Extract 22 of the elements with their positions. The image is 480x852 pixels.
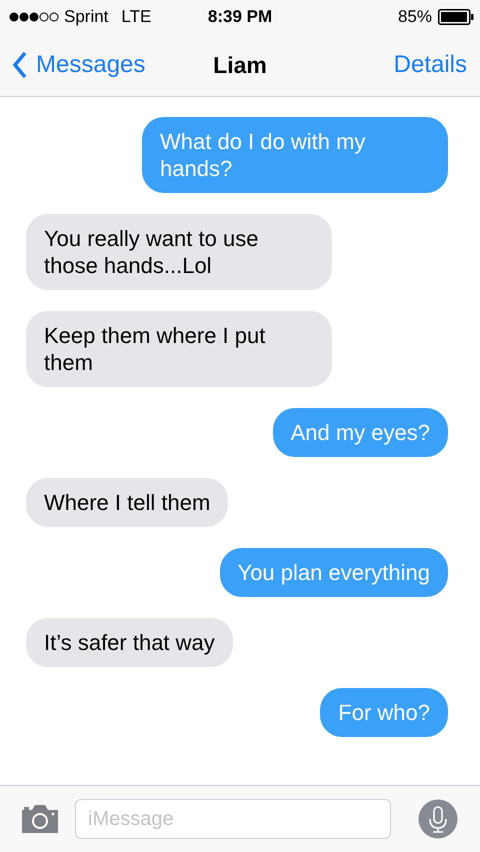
details-button[interactable]: Details	[394, 51, 467, 79]
message-bubble: And my eyes?	[272, 408, 448, 457]
signal-icon	[9, 11, 59, 23]
network-type: LTE	[121, 7, 152, 27]
message-field[interactable]: iMessage	[75, 799, 391, 839]
camera-icon[interactable]	[20, 804, 60, 834]
message-bubble: It’s safer that way	[26, 618, 233, 667]
carrier-name: Sprint	[64, 7, 108, 27]
message-bubble: What do I do with my hands?	[142, 117, 448, 193]
back-button[interactable]: Messages	[12, 51, 146, 79]
chevron-left-icon	[12, 51, 28, 79]
battery-icon	[438, 9, 474, 25]
back-label[interactable]: Messages	[36, 51, 146, 79]
battery-percent: 85%	[398, 7, 432, 27]
microphone-icon[interactable]	[418, 799, 458, 839]
contact-name: Liam	[213, 52, 267, 78]
message-bubble: You really want to use those hands...Lol	[26, 214, 332, 290]
clock: 8:39 PM	[208, 7, 272, 27]
message-bubble: For who?	[320, 688, 448, 737]
message-bubble: Keep them where I put them	[26, 311, 332, 387]
message-bubble: You plan everything	[220, 548, 448, 597]
message-bubble: Where I tell them	[26, 478, 228, 527]
